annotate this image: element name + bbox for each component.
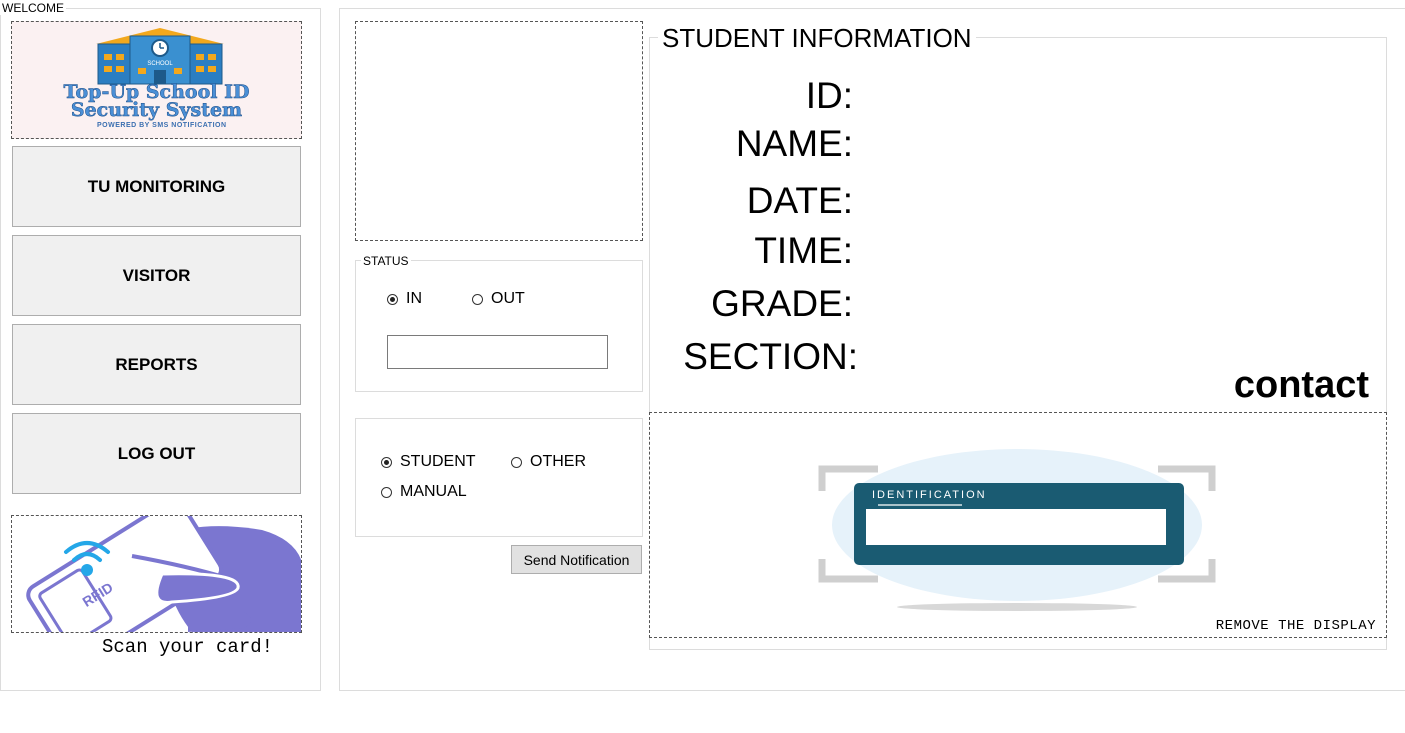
id-label: ID: (805, 75, 853, 116)
logo-title-line2: Security System (70, 99, 243, 121)
id-card-scanner-icon: IDENTIFICATION (818, 449, 1216, 611)
other-radio[interactable]: OTHER (511, 453, 586, 471)
time-label: TIME: (754, 230, 853, 271)
status-out-radio[interactable]: OUT (472, 290, 525, 308)
tu-monitoring-button[interactable]: TU MONITORING (12, 146, 301, 227)
radio-indicator-icon (381, 456, 392, 468)
status-group-label: STATUS (361, 254, 411, 268)
student-info-title: STUDENT INFORMATION (658, 24, 976, 52)
radio-indicator-icon (387, 293, 398, 305)
reports-button[interactable]: REPORTS (12, 324, 301, 405)
radio-indicator-icon (472, 293, 483, 305)
status-in-radio[interactable]: IN (387, 290, 422, 308)
status-group (355, 260, 643, 392)
contact-label: contact (1233, 364, 1369, 406)
svg-text:SCHOOL: SCHOOL (147, 61, 173, 67)
rfid-scan-image: RFID (11, 515, 302, 633)
student-photo-box (355, 21, 643, 241)
section-label: SECTION: (683, 336, 858, 377)
log-out-button[interactable]: LOG OUT (12, 413, 301, 494)
welcome-label: WELCOME (0, 1, 67, 15)
visitor-button[interactable]: VISITOR (12, 235, 301, 316)
status-input[interactable] (387, 335, 608, 369)
identification-card-title: IDENTIFICATION (872, 489, 987, 501)
logo-tagline: POWERED BY SMS NOTIFICATION (97, 122, 227, 129)
date-label: DATE: (746, 180, 853, 221)
grade-label: GRADE: (711, 283, 853, 324)
manual-radio[interactable]: MANUAL (381, 483, 467, 501)
school-logo: SCHOOL Top-Up School ID Security System … (11, 21, 302, 139)
rfid-hand-icon: RFID (26, 516, 301, 632)
remove-display-box[interactable]: IDENTIFICATION REMOVE THE DISPLAY (649, 412, 1387, 638)
person-type-group (355, 418, 643, 537)
radio-indicator-icon (381, 486, 392, 498)
radio-indicator-icon (511, 456, 522, 468)
send-notification-button[interactable]: Send Notification (511, 545, 642, 574)
scan-card-text: Scan your card! (102, 636, 274, 658)
student-radio[interactable]: STUDENT (381, 453, 476, 471)
name-label: NAME: (735, 123, 853, 164)
remove-display-text: REMOVE THE DISPLAY (1215, 618, 1376, 634)
